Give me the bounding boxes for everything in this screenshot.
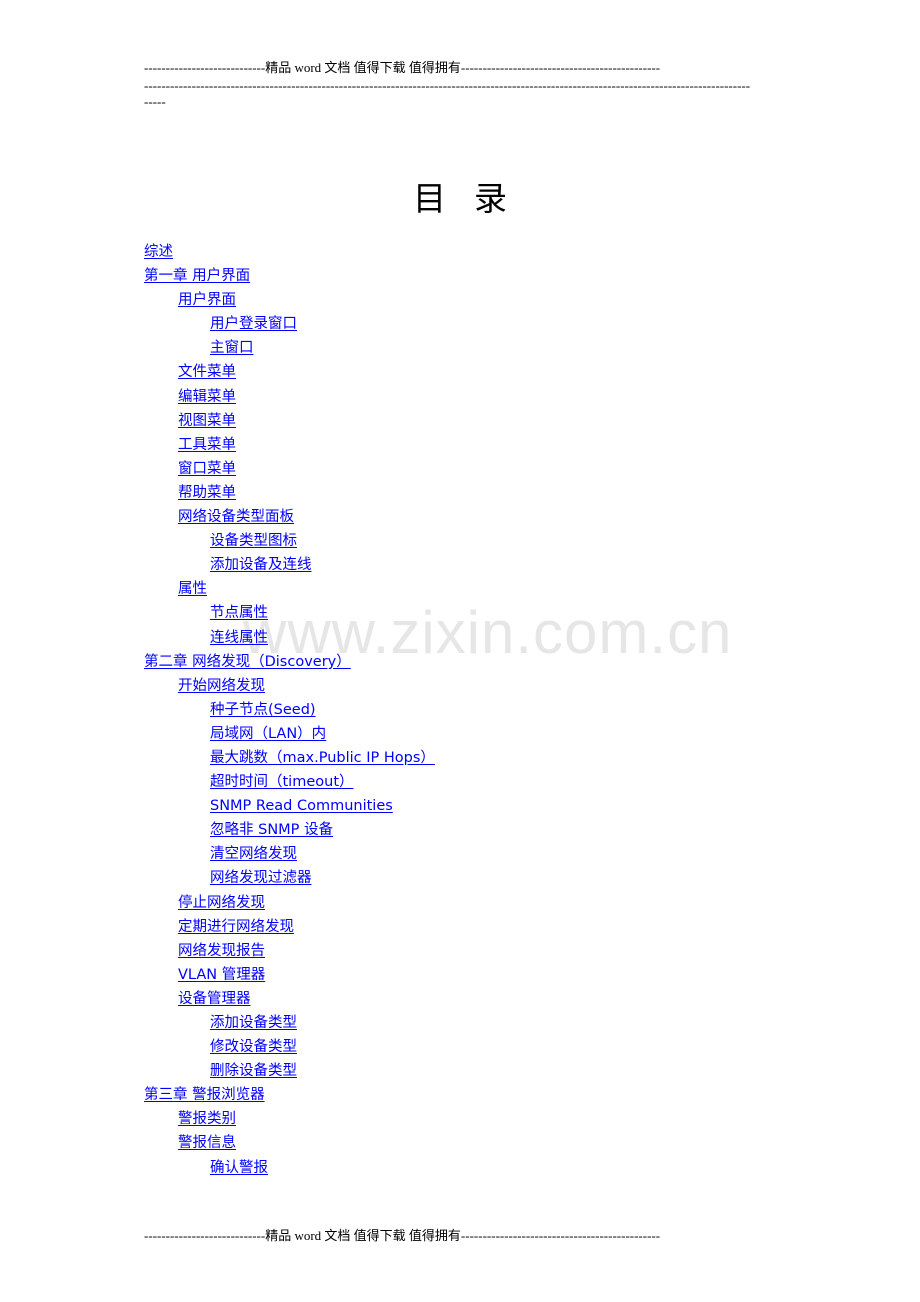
toc-link[interactable]: 网络设备类型面板 (178, 509, 294, 525)
toc-link[interactable]: 视图菜单 (178, 413, 236, 429)
toc-link[interactable]: 警报信息 (178, 1135, 236, 1151)
toc-entry-level-3: 最大跳数（max.Public IP Hops） (144, 747, 435, 771)
page-header-line: ----------------------------精品 word 文档 值… (144, 60, 661, 75)
toc-link[interactable]: 工具菜单 (178, 437, 236, 453)
toc-link[interactable]: 种子节点(Seed) (210, 702, 316, 718)
toc-link[interactable]: 属性 (178, 581, 207, 597)
toc-link[interactable]: 主窗口 (210, 340, 254, 356)
toc-link[interactable]: 设备管理器 (178, 991, 251, 1007)
toc-entry-level-2: 属性 (144, 578, 435, 602)
toc-entry-level-1: 第二章 网络发现（Discovery） (144, 651, 435, 675)
toc-entry-level-3: 局域网（LAN）内 (144, 723, 435, 747)
toc-entry-level-2: 警报信息 (144, 1132, 435, 1156)
toc-entry-level-2: 帮助菜单 (144, 482, 435, 506)
toc-link[interactable]: 警报类别 (178, 1111, 236, 1127)
toc-entry-level-3: 修改设备类型 (144, 1036, 435, 1060)
toc-link[interactable]: 最大跳数（max.Public IP Hops） (210, 750, 435, 766)
toc-entry-level-3: 删除设备类型 (144, 1060, 435, 1084)
toc-entry-level-3: 节点属性 (144, 602, 435, 626)
toc-entry-level-2: 设备管理器 (144, 988, 435, 1012)
toc-link[interactable]: 第二章 网络发现（Discovery） (144, 654, 351, 670)
page-header-dashes: ----------------------------------------… (144, 78, 751, 93)
table-of-contents: 综述第一章 用户界面用户界面用户登录窗口 主窗口文件菜单编辑菜单视图菜单工具菜单窗… (144, 241, 435, 1181)
toc-title: 目录 (413, 179, 535, 218)
toc-entry-level-1: 第一章 用户界面 (144, 265, 435, 289)
page-footer-line: ----------------------------精品 word 文档 值… (144, 1228, 661, 1243)
toc-link[interactable]: 确认警报 (210, 1160, 268, 1176)
toc-link[interactable]: 第三章 警报浏览器 (144, 1087, 265, 1103)
toc-link[interactable]: 节点属性 (210, 605, 268, 621)
toc-link[interactable]: 文件菜单 (178, 364, 236, 380)
toc-link[interactable]: SNMP Read Communities (210, 798, 393, 814)
toc-link[interactable]: 清空网络发现 (210, 846, 297, 862)
toc-entry-level-3: 清空网络发现 (144, 843, 435, 867)
toc-link[interactable]: 局域网（LAN）内 (210, 726, 326, 742)
page-header-dashes-tail: ----- (144, 94, 166, 109)
toc-entry-level-1: 第三章 警报浏览器 (144, 1084, 435, 1108)
toc-entry-level-2: 窗口菜单 (144, 458, 435, 482)
toc-link[interactable]: 定期进行网络发现 (178, 919, 294, 935)
toc-link[interactable]: 设备类型图标 (210, 533, 297, 549)
toc-entry-level-2: 编辑菜单 (144, 386, 435, 410)
toc-link[interactable]: 修改设备类型 (210, 1039, 297, 1055)
toc-entry-level-2: 停止网络发现 (144, 892, 435, 916)
toc-entry-level-2: 视图菜单 (144, 410, 435, 434)
toc-link[interactable]: 用户界面 (178, 292, 236, 308)
toc-link[interactable]: 停止网络发现 (178, 895, 265, 911)
toc-link[interactable]: VLAN 管理器 (178, 967, 265, 983)
toc-entry-level-3: 忽略非 SNMP 设备 (144, 819, 435, 843)
toc-entry-level-3: 用户登录窗口 (144, 313, 435, 337)
toc-link[interactable]: 第一章 用户界面 (144, 268, 250, 284)
toc-link[interactable]: 综述 (144, 244, 173, 260)
toc-entry-level-2: 警报类别 (144, 1108, 435, 1132)
toc-link[interactable]: 编辑菜单 (178, 389, 236, 405)
toc-entry-level-2: 工具菜单 (144, 434, 435, 458)
toc-entry-level-2: 文件菜单 (144, 361, 435, 385)
toc-link[interactable]: 添加设备及连线 (210, 557, 312, 573)
toc-entry-level-3: 设备类型图标 (144, 530, 435, 554)
toc-link[interactable]: 用户登录窗口 (210, 316, 297, 332)
toc-entry-level-3: 网络发现过滤器 (144, 867, 435, 891)
toc-entry-level-3: 连线属性 (144, 627, 435, 651)
toc-entry-level-2: 定期进行网络发现 (144, 916, 435, 940)
toc-link[interactable]: 窗口菜单 (178, 461, 236, 477)
toc-link[interactable]: 网络发现过滤器 (210, 870, 312, 886)
toc-entry-level-2: 网络设备类型面板 (144, 506, 435, 530)
toc-entry-level-3: SNMP Read Communities (144, 795, 435, 819)
toc-entry-level-2: 开始网络发现 (144, 675, 435, 699)
toc-entry-level-3: 主窗口 (144, 337, 435, 361)
toc-link[interactable]: 忽略非 SNMP 设备 (210, 822, 333, 838)
toc-link[interactable]: 网络发现报告 (178, 943, 265, 959)
toc-entry-level-3: 添加设备类型 (144, 1012, 435, 1036)
toc-link[interactable]: 开始网络发现 (178, 678, 265, 694)
toc-entry-level-3: 超时时间（timeout） (144, 771, 435, 795)
toc-entry-level-2: VLAN 管理器 (144, 964, 435, 988)
toc-entry-level-3: 种子节点(Seed) (144, 699, 435, 723)
toc-entry-level-3: 确认警报 (144, 1157, 435, 1181)
toc-link[interactable]: 连线属性 (210, 630, 268, 646)
toc-link[interactable]: 删除设备类型 (210, 1063, 297, 1079)
toc-entry-level-1: 综述 (144, 241, 435, 265)
toc-entry-level-2: 网络发现报告 (144, 940, 435, 964)
toc-entry-level-3: 添加设备及连线 (144, 554, 435, 578)
toc-link[interactable]: 超时时间（timeout） (210, 774, 354, 790)
toc-entry-level-2: 用户界面 (144, 289, 435, 313)
toc-link[interactable]: 添加设备类型 (210, 1015, 297, 1031)
toc-link[interactable]: 帮助菜单 (178, 485, 236, 501)
